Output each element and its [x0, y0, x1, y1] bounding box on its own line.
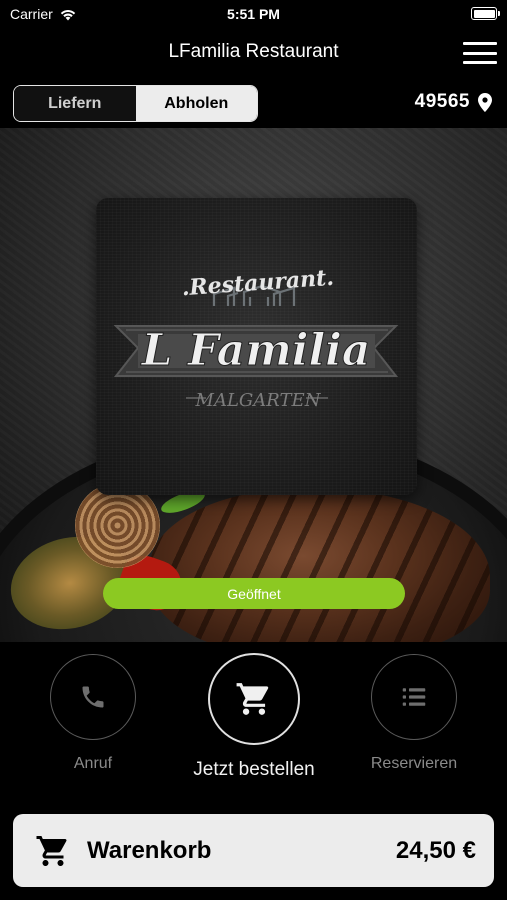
reserve-label: Reservieren	[370, 755, 458, 772]
location-selector[interactable]: 49565	[415, 91, 492, 113]
order-now-button[interactable]: Jetzt bestellen	[190, 653, 318, 781]
cart-bar[interactable]: Warenkorb 24,50 €	[13, 814, 494, 887]
open-status-badge: Geöffnet	[103, 578, 405, 609]
restaurant-logo: .Restaurant. L Familia MALGARTEN	[96, 198, 417, 495]
call-label: Anruf	[73, 755, 113, 772]
page-title: LFamilia Restaurant	[168, 41, 339, 62]
logo-line3: MALGARTEN	[195, 390, 322, 411]
segment-abholen[interactable]: Abholen	[135, 86, 257, 121]
cart-icon	[36, 835, 67, 866]
cart-icon	[236, 683, 269, 715]
phone-icon	[82, 686, 104, 708]
order-now-label: Jetzt bestellen	[193, 759, 315, 780]
call-button[interactable]: Anruf	[50, 654, 136, 773]
logo-line1: .Restaurant.	[181, 265, 335, 302]
logo-line2: L Familia	[140, 325, 371, 376]
cart-label: Warenkorb	[87, 836, 212, 864]
clock: 5:51 PM	[227, 6, 280, 22]
status-bar: Carrier 5:51 PM	[0, 0, 507, 30]
hamburger-menu-icon[interactable]	[463, 40, 497, 66]
nav-bar: LFamilia Restaurant	[0, 30, 507, 74]
action-row: Anruf Jetzt bestellen Reservieren	[0, 642, 507, 802]
location-pin-icon	[478, 92, 492, 112]
delivery-mode-toggle: Liefern Abholen	[13, 85, 258, 122]
logo-emblem: .Restaurant. L Familia MALGARTEN	[113, 265, 399, 411]
segment-liefern[interactable]: Liefern	[14, 86, 136, 121]
reserve-button[interactable]: Reservieren	[371, 654, 457, 773]
list-icon	[402, 688, 426, 706]
cart-total: 24,50 €	[395, 836, 476, 864]
zip-code: 49565	[414, 91, 470, 112]
battery-icon	[471, 7, 500, 20]
